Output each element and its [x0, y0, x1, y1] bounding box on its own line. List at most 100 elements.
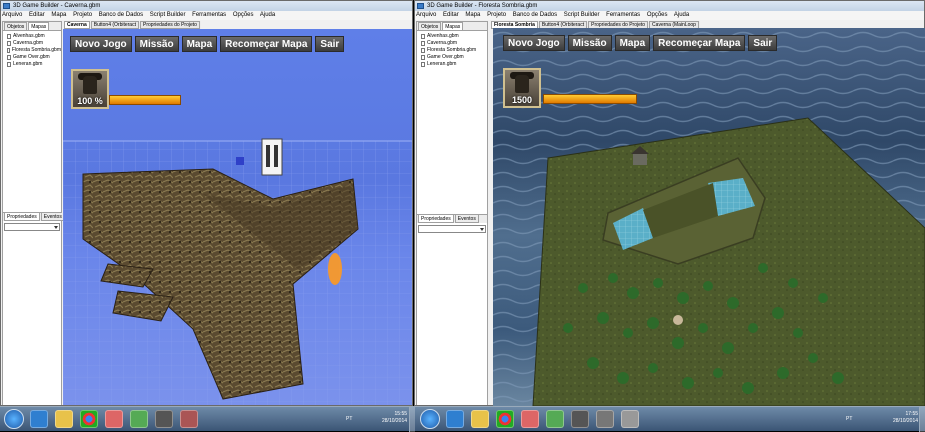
right-prop-tabs: Propriedades Eventos [417, 214, 487, 223]
menu-editar[interactable]: Editar [443, 12, 459, 18]
file-icon [7, 48, 10, 53]
start-orb-icon[interactable] [420, 409, 440, 429]
menu-script-builder[interactable]: Script Builder [150, 12, 186, 18]
right-3d-viewport[interactable]: Novo Jogo Missão Mapa Recomeçar Mapa Sai… [493, 28, 925, 406]
app-icon[interactable] [596, 410, 614, 428]
app-icon [417, 3, 424, 9]
menu-arquivo[interactable]: Arquivo [416, 12, 436, 18]
tree-item[interactable]: Floresta Sombria.gbm [7, 47, 61, 54]
right-clock[interactable]: 17:55 28/10/2014 [893, 411, 918, 425]
menu-script-builder[interactable]: Script Builder [564, 12, 600, 18]
menu-arquivo[interactable]: Arquivo [2, 12, 22, 18]
doc-tab-propriedades-projeto[interactable]: Propriedades do Projeto [139, 21, 200, 29]
menu-opcoes[interactable]: Opções [647, 12, 668, 18]
menu-mapa[interactable]: Mapa [51, 12, 66, 18]
menu-mapa[interactable]: Mapa [465, 12, 480, 18]
menu-projeto[interactable]: Projeto [73, 12, 92, 18]
chrome-icon[interactable] [496, 410, 514, 428]
right-panel-tabs: Objetos Mapas [417, 22, 487, 31]
tab-mapas[interactable]: Mapas [442, 22, 464, 30]
java-icon[interactable] [521, 410, 539, 428]
left-3d-viewport[interactable]: Novo Jogo Missão Mapa Recomeçar Mapa Sai… [63, 29, 412, 405]
menu-banco-de-dados[interactable]: Banco de Dados [513, 12, 557, 18]
tree-item[interactable]: Caverna.gbm [421, 40, 487, 47]
rock [673, 315, 683, 325]
novo-jogo-button[interactable]: Novo Jogo [503, 35, 565, 51]
tab-objetos[interactable]: Objetos [418, 22, 442, 30]
show-desktop-button[interactable] [919, 407, 925, 432]
left-hud-menu: Novo Jogo Missão Mapa Recomeçar Mapa Sai… [70, 36, 347, 52]
health-bar [543, 94, 637, 104]
start-orb-icon[interactable] [4, 409, 24, 429]
tree-item[interactable]: Floresta Sombria.gbm [421, 47, 487, 54]
show-desktop-button[interactable] [409, 407, 415, 432]
app-icon[interactable] [546, 410, 564, 428]
player-portrait: 100 % [71, 69, 109, 109]
menu-ferramentas[interactable]: Ferramentas [606, 12, 640, 18]
app-icon[interactable] [180, 410, 198, 428]
app-icon[interactable] [155, 410, 173, 428]
novo-jogo-button[interactable]: Novo Jogo [70, 36, 132, 52]
left-prop-tabs: Propriedades Eventos [3, 212, 65, 221]
menu-ferramentas[interactable]: Ferramentas [192, 12, 226, 18]
left-titlebar: 3D Game Builder - Caverna.gbm [1, 1, 412, 11]
portrait-value: 100 % [77, 96, 103, 106]
language-indicator[interactable]: PT [846, 416, 852, 422]
ie-icon[interactable] [30, 410, 48, 428]
menu-ajuda[interactable]: Ajuda [260, 12, 275, 18]
menu-projeto[interactable]: Projeto [487, 12, 506, 18]
java-icon[interactable] [105, 410, 123, 428]
sair-button[interactable]: Sair [315, 36, 345, 52]
app-icon[interactable] [621, 410, 639, 428]
menu-ajuda[interactable]: Ajuda [674, 12, 689, 18]
ie-icon[interactable] [446, 410, 464, 428]
right-menubar: Arquivo Editar Mapa Projeto Banco de Dad… [415, 11, 924, 20]
file-icon [421, 62, 425, 67]
sair-button[interactable]: Sair [748, 35, 778, 51]
blue-marker [236, 157, 244, 165]
tree-item[interactable]: Alvenhas.gbm [7, 33, 61, 40]
tree-item[interactable]: Caverna.gbm [7, 40, 61, 47]
recomecar-mapa-button[interactable]: Recomeçar Mapa [220, 36, 313, 52]
doc-tab-caverna[interactable]: Caverna [64, 21, 90, 29]
tree-item[interactable]: Alvenhas.gbm [421, 33, 487, 40]
app-icon[interactable] [130, 410, 148, 428]
explorer-icon[interactable] [471, 410, 489, 428]
tree-item[interactable]: Game Over.gbm [421, 54, 487, 61]
mapa-button[interactable]: Mapa [181, 36, 218, 52]
clock-date: 28/10/2014 [893, 418, 919, 424]
missao-button[interactable]: Missão [567, 35, 612, 51]
missao-button[interactable]: Missão [134, 36, 179, 52]
chrome-icon[interactable] [80, 410, 98, 428]
doc-tab-button4[interactable]: Button4 (Orbiteract [90, 21, 139, 29]
file-icon [421, 34, 425, 39]
app-icon[interactable] [571, 410, 589, 428]
object-select[interactable] [4, 223, 60, 231]
app-icon [3, 3, 10, 9]
recomecar-mapa-button[interactable]: Recomeçar Mapa [653, 35, 746, 51]
tab-propriedades[interactable]: Propriedades [4, 213, 40, 221]
tab-objetos[interactable]: Objetos [4, 22, 28, 30]
left-window-title: 3D Game Builder - Caverna.gbm [13, 3, 101, 9]
health-bar [109, 95, 181, 105]
tree-item[interactable]: Leneran.gbm [7, 61, 61, 68]
tree-item-label: Caverna.gbm [13, 40, 44, 46]
tree-item[interactable]: Game Over.gbm [7, 54, 61, 61]
left-panel-tabs: Objetos Mapas [3, 22, 61, 31]
mapa-button[interactable]: Mapa [614, 35, 651, 51]
tab-propriedades[interactable]: Propriedades [418, 215, 454, 223]
menu-opcoes[interactable]: Opções [233, 12, 254, 18]
object-select[interactable] [418, 225, 486, 233]
menu-banco-de-dados[interactable]: Banco de Dados [99, 12, 143, 18]
tree-item[interactable]: Leneran.gbm [421, 61, 487, 68]
left-project-panel: Objetos Mapas Alvenhas.gbm Caverna.gbm F… [2, 21, 65, 405]
tab-mapas[interactable]: Mapas [28, 22, 50, 30]
tab-eventos[interactable]: Eventos [454, 215, 479, 223]
tree-item-label: Floresta Sombria.gbm [427, 47, 477, 53]
tab-eventos[interactable]: Eventos [40, 213, 65, 221]
explorer-icon[interactable] [55, 410, 73, 428]
tree-item-label: Game Over.gbm [427, 54, 464, 60]
menu-editar[interactable]: Editar [29, 12, 45, 18]
language-indicator[interactable]: PT [346, 416, 352, 422]
left-clock[interactable]: 15:55 28/10/2014 [382, 411, 407, 425]
